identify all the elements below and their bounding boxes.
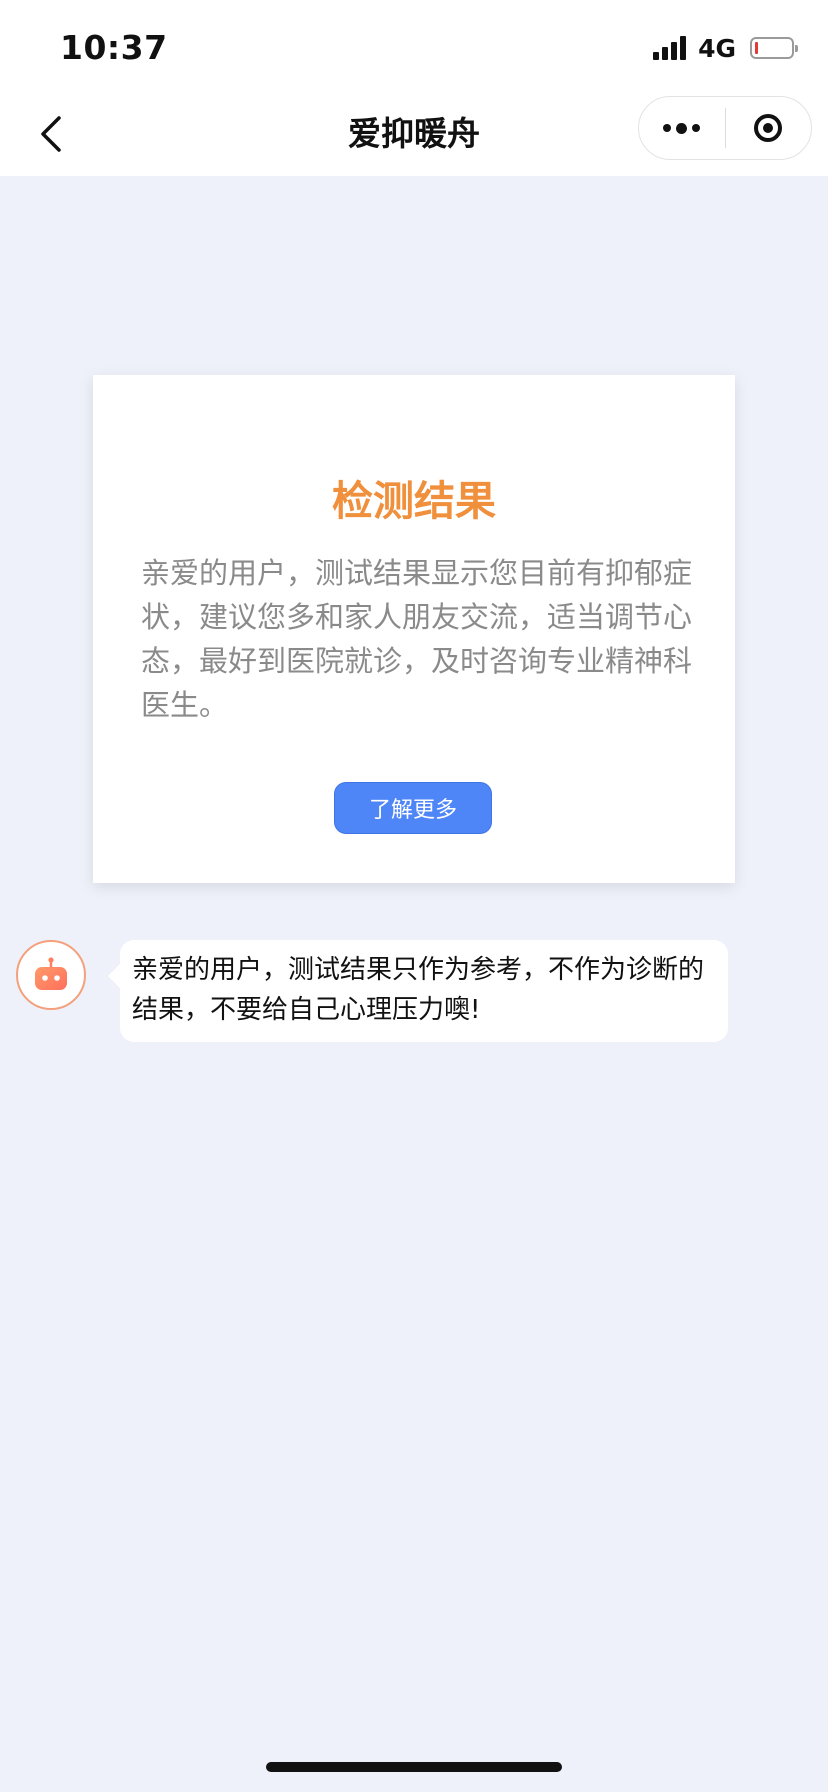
more-dots-icon	[663, 122, 701, 134]
close-mini-program-button[interactable]	[726, 97, 812, 159]
result-description: 亲爱的用户，测试结果显示您目前有抑郁症状，建议您多和家人朋友交流，适当调节心态，…	[141, 556, 693, 722]
home-indicator	[266, 1762, 562, 1772]
battery-level	[755, 42, 758, 54]
robot-icon	[35, 957, 67, 990]
signal-icon	[653, 36, 687, 60]
network-type: 4G	[698, 33, 736, 63]
target-icon	[754, 114, 783, 142]
status-bar: 10:37 4G	[0, 0, 828, 92]
nav-bar: 爱抑暖舟	[0, 92, 828, 176]
avatar	[16, 940, 86, 1010]
bot-message-bubble: 亲爱的用户，测试结果只作为参考，不作为诊断的结果，不要给自己心理压力噢!	[108, 940, 728, 1042]
learn-more-button[interactable]: 了解更多	[334, 782, 492, 834]
status-indicators: 4G	[653, 33, 798, 63]
battery-icon	[750, 37, 798, 59]
more-button[interactable]	[639, 97, 725, 159]
status-time: 10:37	[60, 28, 168, 67]
result-card: 检测结果 亲爱的用户，测试结果显示您目前有抑郁症状，建议您多和家人朋友交流，适当…	[93, 375, 735, 883]
result-title: 检测结果	[332, 477, 496, 525]
mini-program-capsule	[638, 96, 812, 160]
